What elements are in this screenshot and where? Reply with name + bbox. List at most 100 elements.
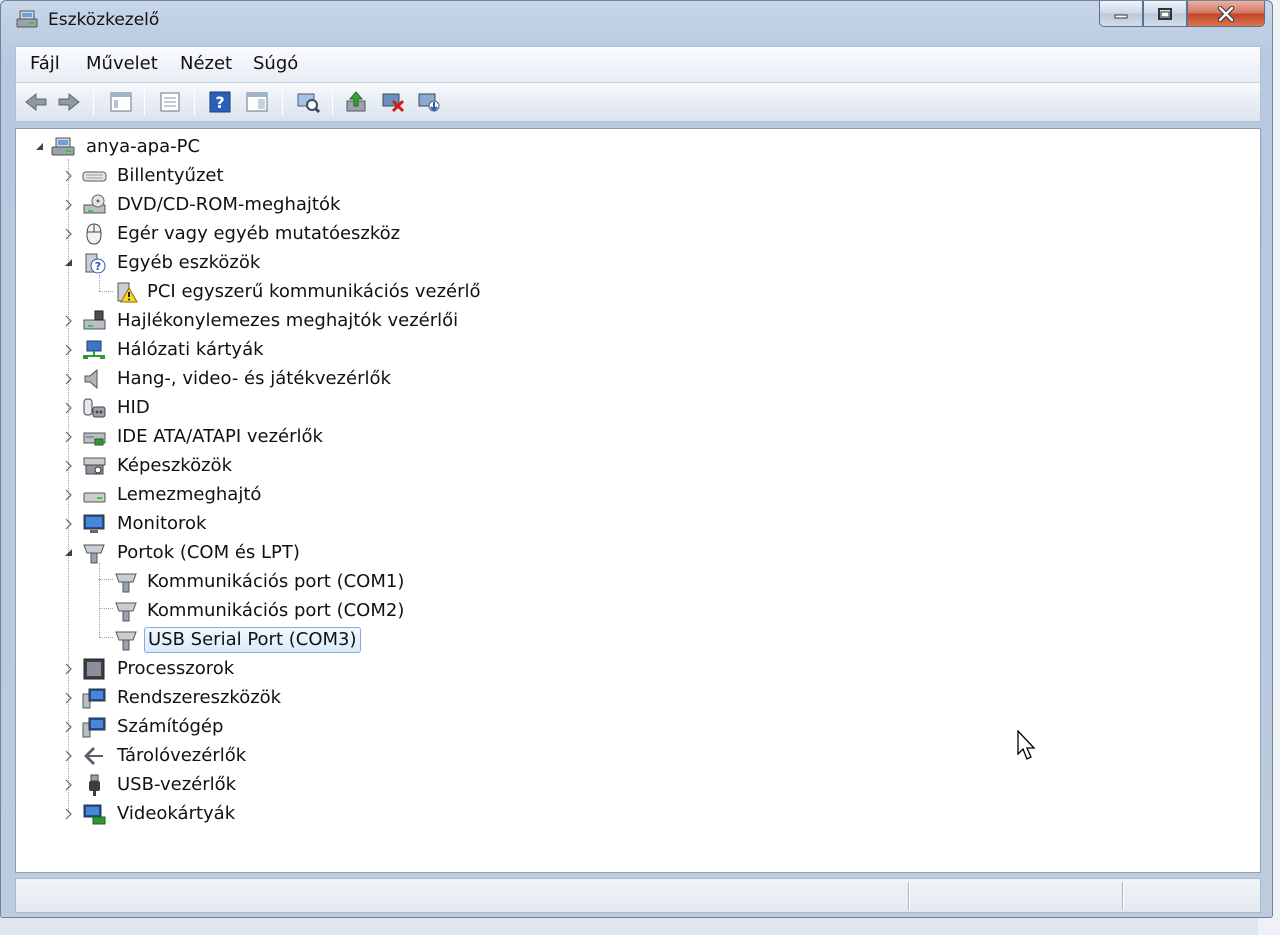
forward-icon [58, 92, 80, 112]
storage-controller-icon [84, 747, 103, 765]
expand-arrow-icon[interactable] [63, 373, 75, 385]
expand-arrow-icon[interactable] [63, 228, 75, 240]
show-hide-tree-button[interactable] [106, 88, 136, 116]
minimize-button[interactable] [1099, 1, 1143, 27]
expand-arrow-icon[interactable] [63, 779, 75, 791]
expand-arrow-icon[interactable] [63, 518, 75, 530]
floppy-controller-icon [83, 310, 106, 330]
close-icon [1217, 5, 1235, 22]
menu-file[interactable]: Fájl [27, 53, 63, 74]
system-devices-icon [82, 688, 106, 709]
svg-text:?: ? [95, 260, 101, 273]
maximize-button[interactable] [1143, 1, 1187, 27]
menu-bar: Fájl Művelet Nézet Súgó [15, 46, 1261, 82]
svg-text:?: ? [215, 93, 224, 112]
collapse-arrow-icon[interactable] [63, 257, 75, 269]
speaker-icon [84, 368, 98, 390]
tree-item-label: IDE ATA/ATAPI vezérlők [117, 426, 323, 447]
tree-connector [99, 579, 113, 580]
expand-arrow-icon[interactable] [63, 663, 75, 675]
status-divider [908, 882, 910, 910]
computer-icon [51, 137, 75, 156]
expand-arrow-icon[interactable] [63, 315, 75, 327]
tree-item-label: Tárolóvezérlők [117, 745, 247, 766]
port-icon [83, 544, 105, 564]
port-icon [115, 573, 137, 593]
ide-controller-icon [83, 432, 106, 446]
window-title: Eszközkezelő [48, 10, 160, 30]
tree-item-label: Számítógép [117, 716, 224, 737]
uninstall-device-icon [382, 93, 405, 113]
uninstall-device-button[interactable] [378, 88, 408, 116]
tree-connector [99, 291, 113, 292]
toolbar-separator [93, 90, 94, 116]
status-bar [15, 878, 1261, 913]
help-button[interactable]: ? [205, 88, 235, 116]
device-manager-window: Eszközkezelő Fájl Művelet Nézet Súgó ? a… [0, 0, 1273, 918]
restore-icon [1158, 7, 1172, 20]
imaging-device-icon [83, 457, 106, 475]
keyboard-icon [82, 171, 107, 182]
expand-arrow-icon[interactable] [63, 170, 75, 182]
toolbar-separator [282, 90, 283, 116]
tree-item-label: Portok (COM és LPT) [117, 542, 300, 563]
properties-button[interactable] [155, 88, 185, 116]
menu-help[interactable]: Súgó [250, 53, 301, 74]
expand-arrow-icon[interactable] [63, 489, 75, 501]
tree-item-label: Lemezmeghajtó [117, 484, 262, 505]
tree-connector [99, 275, 100, 291]
collapse-arrow-icon[interactable] [63, 547, 75, 559]
tree-item-label: Hang-, video- és játékvezérlők [117, 368, 391, 389]
forward-button[interactable] [54, 88, 84, 116]
tree-item-label: PCI egyszerű kommunikációs vezérlő [147, 281, 481, 302]
tree-item-label: Videokártyák [117, 803, 236, 824]
toolbar: ? [15, 82, 1261, 122]
monitor-icon [83, 514, 105, 533]
back-icon [25, 92, 47, 112]
disable-device-icon [418, 93, 440, 112]
expand-arrow-icon[interactable] [63, 692, 75, 704]
expand-arrow-icon[interactable] [63, 431, 75, 443]
collapse-arrow-icon[interactable] [34, 141, 46, 153]
tree-item-label: Kommunikációs port (COM1) [147, 571, 405, 592]
toolbar-separator [194, 90, 195, 116]
expand-arrow-icon[interactable] [63, 460, 75, 472]
tree-item-label: Hálózati kártyák [117, 339, 264, 360]
expand-arrow-icon[interactable] [63, 199, 75, 211]
expand-arrow-icon[interactable] [63, 808, 75, 820]
disable-device-button[interactable] [414, 88, 444, 116]
device-tree[interactable]: anya-apa-PC Billentyűzet DVD/CD-ROM-megh… [15, 128, 1261, 873]
dvd-drive-icon [83, 194, 106, 214]
expand-arrow-icon[interactable] [63, 721, 75, 733]
port-icon [115, 602, 137, 622]
menu-action[interactable]: Művelet [83, 53, 161, 74]
expand-arrow-icon[interactable] [63, 750, 75, 762]
menu-view[interactable]: Nézet [177, 53, 235, 74]
usb-icon [89, 774, 100, 796]
tree-item-label: HID [117, 397, 150, 418]
expand-arrow-icon[interactable] [63, 402, 75, 414]
properties-icon [160, 92, 180, 112]
toolbar-separator [332, 90, 333, 116]
title-bar[interactable]: Eszközkezelő [1, 1, 1272, 41]
mouse-icon [86, 223, 102, 245]
hid-icon [83, 398, 106, 418]
update-driver-button[interactable] [342, 88, 372, 116]
tree-connector [99, 637, 113, 638]
port-icon [115, 631, 137, 651]
tree-item-label: Kommunikációs port (COM2) [147, 600, 405, 621]
scan-hardware-icon [297, 93, 321, 114]
tree-item-label: USB-vezérlők [117, 774, 237, 795]
tree-item-label: Hajlékonylemezes meghajtók vezérlői [117, 310, 459, 331]
tree-item-label: Egyéb eszközök [117, 252, 261, 273]
network-adapter-icon [83, 340, 105, 359]
toolbar-separator [144, 90, 145, 116]
scan-hardware-button[interactable] [293, 88, 323, 116]
device-manager-icon [16, 10, 38, 28]
back-button[interactable] [21, 88, 51, 116]
computer-icon [82, 717, 106, 738]
expand-arrow-icon[interactable] [63, 344, 75, 356]
tree-connector [99, 563, 100, 637]
close-button[interactable] [1187, 1, 1265, 27]
action-pane-button[interactable] [242, 88, 272, 116]
